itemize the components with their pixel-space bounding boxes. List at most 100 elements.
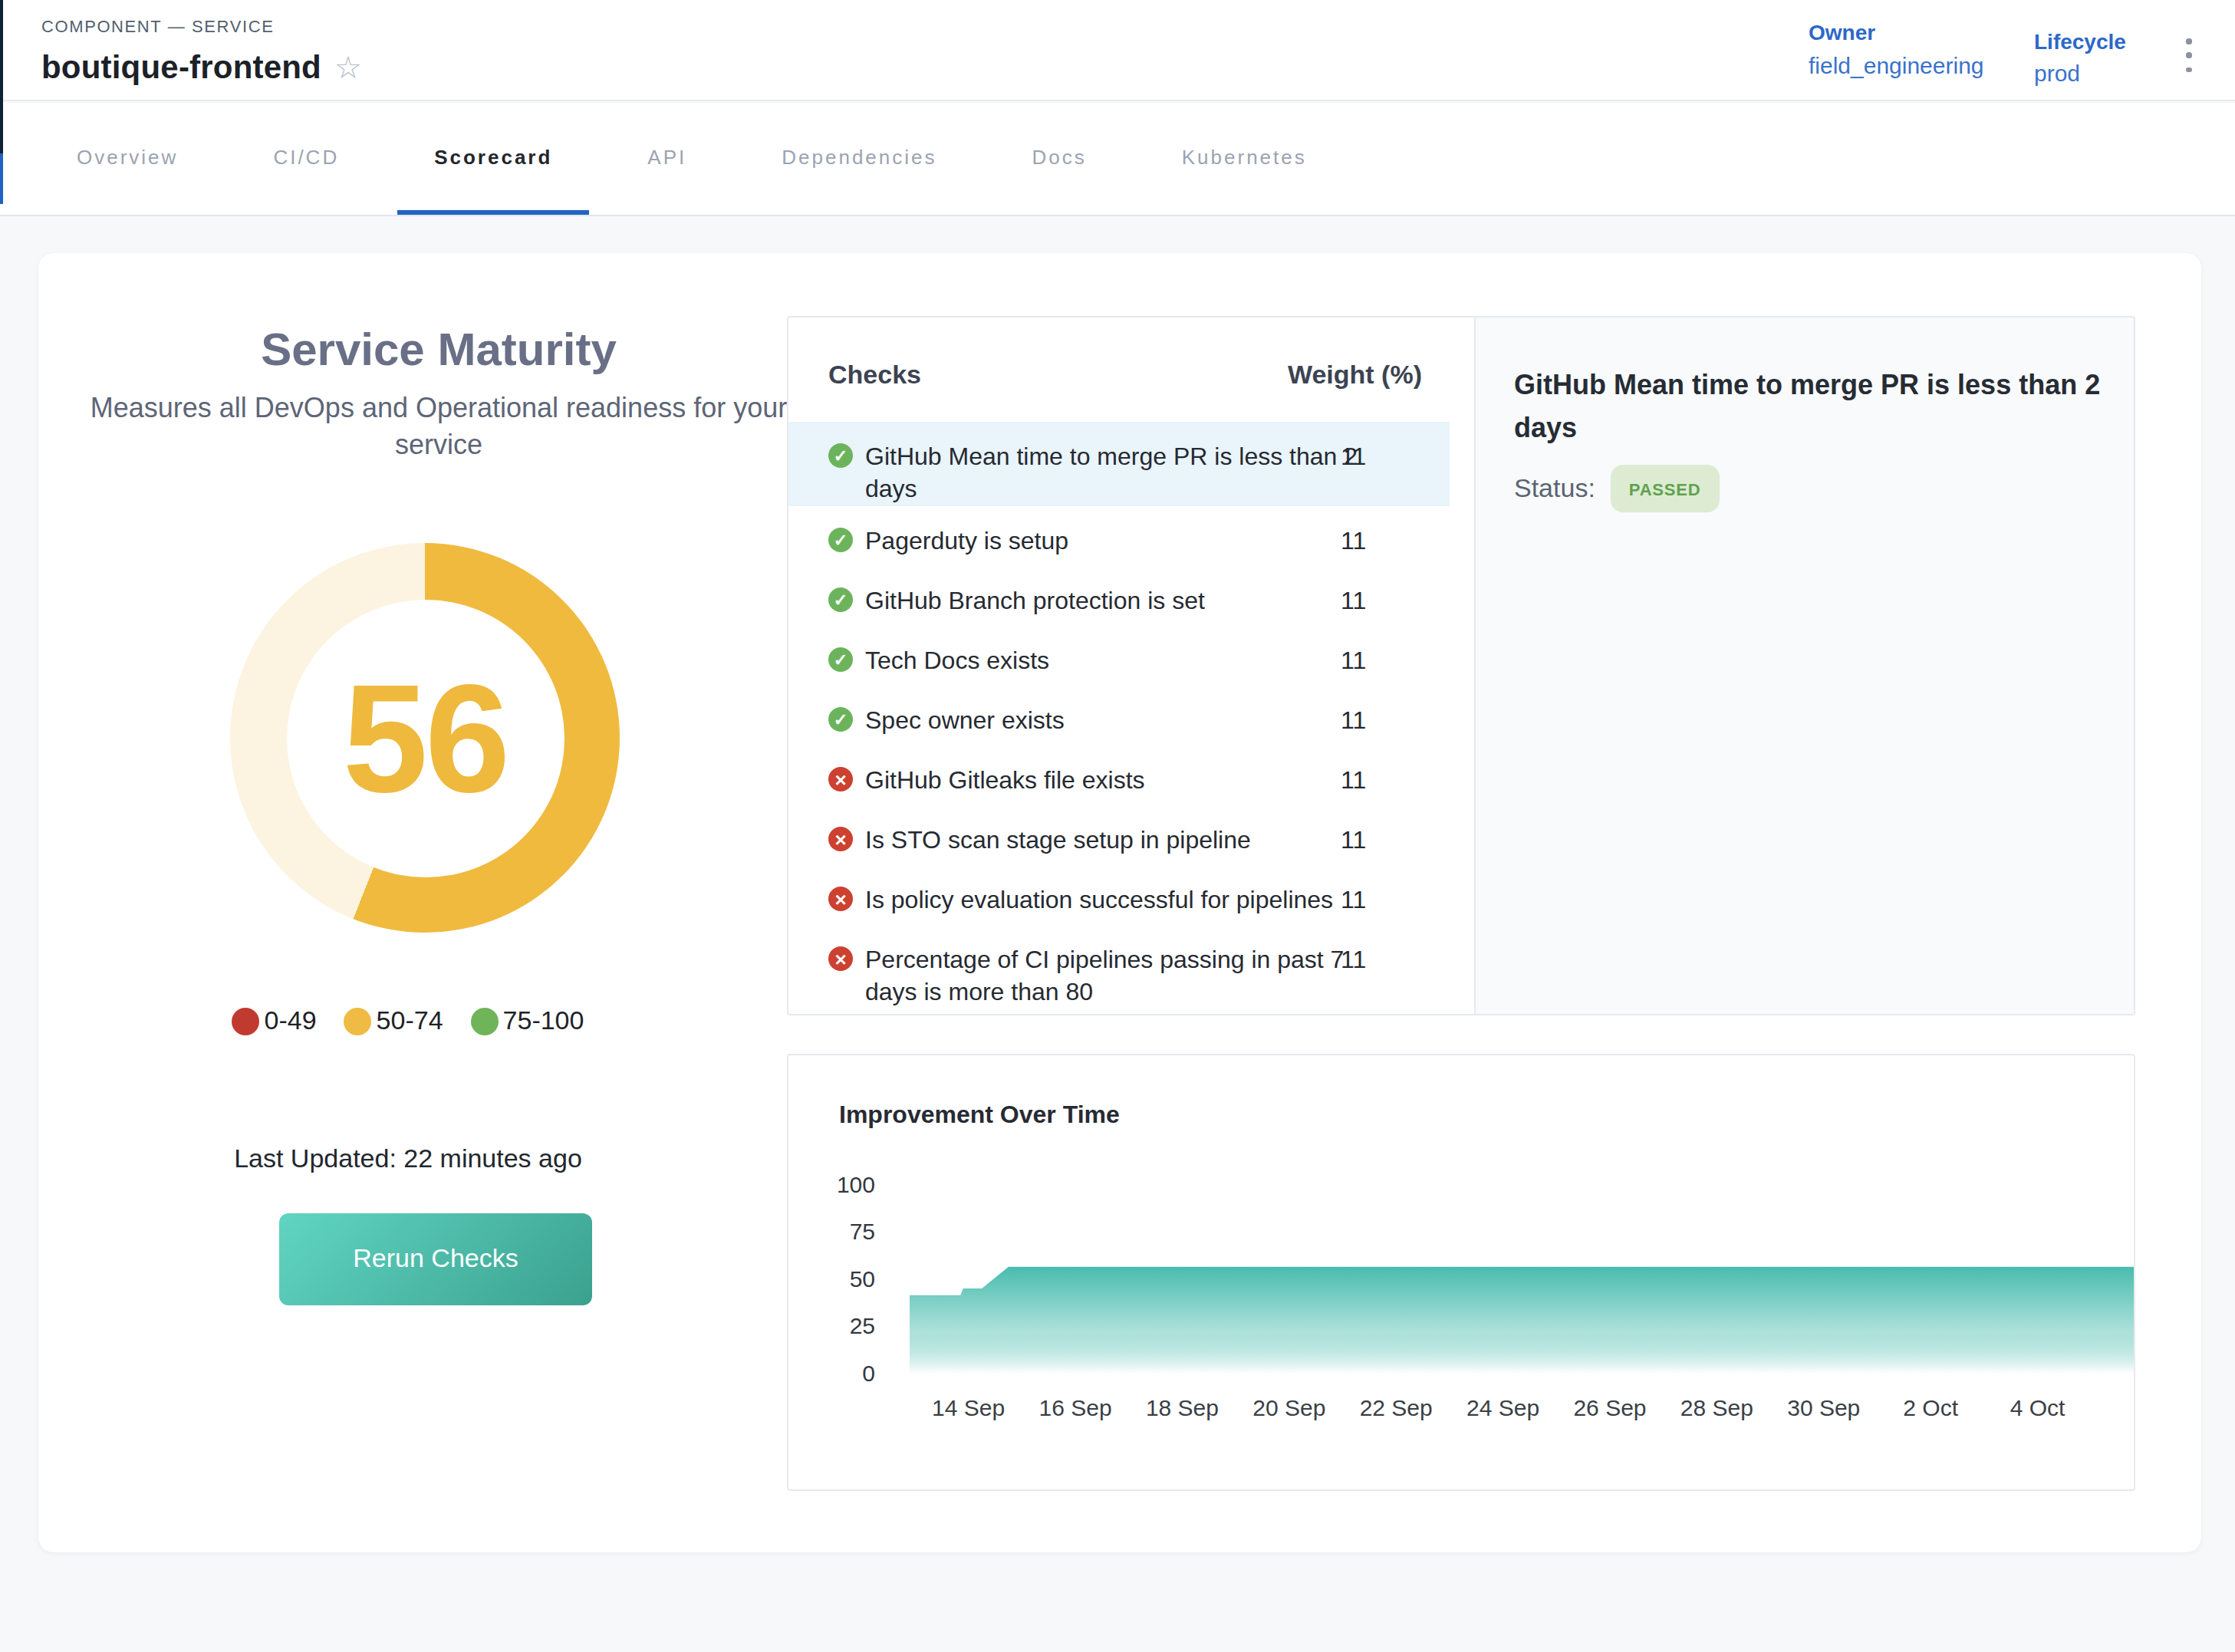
status-badge: PASSED <box>1611 465 1720 512</box>
tab-docs[interactable]: Docs <box>996 103 1124 215</box>
legend-label: 50-74 <box>377 1006 443 1037</box>
svg-text:2 Oct: 2 Oct <box>1903 1395 1958 1420</box>
check-detail-panel: GitHub Mean time to merge PR is less tha… <box>1474 318 2134 1014</box>
check-weight: 11 <box>1341 584 1366 617</box>
checks-table-header: Checks Weight (%) <box>788 318 1474 391</box>
check-label: Is policy evaluation successful for pipe… <box>865 884 1359 916</box>
score-gauge-hole: 56 <box>286 599 564 877</box>
legend-label: 75-100 <box>503 1006 584 1037</box>
svg-text:100: 100 <box>837 1172 875 1197</box>
scorecard-tab-content: Service Maturity Measures all DevOps and… <box>0 216 2235 1652</box>
lifecycle-block: Lifecycle prod <box>2034 29 2126 86</box>
rerun-checks-button[interactable]: Rerun Checks <box>279 1213 592 1305</box>
check-label: Tech Docs exists <box>865 644 1359 676</box>
last-updated-text: Last Updated: 22 minutes ago <box>38 1144 778 1175</box>
svg-text:4 Oct: 4 Oct <box>2010 1395 2065 1420</box>
check-label: GitHub Branch protection is set <box>865 584 1359 617</box>
check-row[interactable]: ✓Tech Docs exists11 <box>788 626 1450 686</box>
check-row[interactable]: × Is policy evaluation successful for pip… <box>788 865 1450 925</box>
legend-dot <box>232 1008 260 1035</box>
lifecycle-link[interactable]: prod <box>2034 60 2126 86</box>
check-weight: 11 <box>1341 764 1366 796</box>
check-label: Percentage of CI pipelines passing in pa… <box>865 943 1359 1008</box>
check-passed-icon: ✓ <box>828 528 853 552</box>
check-row[interactable]: × GitHub Gitleaks file exists11 <box>788 745 1450 805</box>
favorite-star-icon[interactable]: ☆ <box>334 52 362 83</box>
score-legend: 0-49 50-74 75-100 <box>38 1006 778 1037</box>
checks-column-header: Checks <box>828 360 1288 391</box>
check-weight: 11 <box>1341 440 1366 472</box>
tab-api[interactable]: API <box>611 103 723 215</box>
check-failed-icon: × <box>828 767 853 791</box>
check-label: Pagerduty is setup <box>865 525 1359 557</box>
checks-panel: Checks Weight (%) ✓ GitHub Mean time to m… <box>787 316 2135 1015</box>
check-failed-icon: × <box>828 946 853 971</box>
svg-text:50: 50 <box>850 1266 875 1292</box>
check-status-row: Status: PASSED <box>1514 465 2109 512</box>
legend-dot <box>344 1008 372 1035</box>
status-label: Status: <box>1514 473 1595 504</box>
legend-item: 75-100 <box>471 1006 584 1037</box>
check-row[interactable]: ✓ Spec owner exists11 <box>788 686 1450 745</box>
owner-block: Owner field_engineering <box>1809 20 1984 78</box>
scorecard-title: Service Maturity <box>69 324 808 376</box>
svg-text:0: 0 <box>862 1361 875 1386</box>
svg-text:16 Sep: 16 Sep <box>1039 1395 1112 1420</box>
page-title: boutique-frontend <box>41 49 321 86</box>
check-passed-icon: ✓ <box>828 587 853 612</box>
page-header: COMPONENT — SERVICE boutique-frontend ☆ … <box>0 0 2235 101</box>
check-weight: 11 <box>1341 824 1366 856</box>
maturity-summary: Service Maturity Measures all DevOps and… <box>69 253 808 463</box>
owner-link[interactable]: field_engineering <box>1809 52 1984 78</box>
checks-list: Checks Weight (%) ✓ GitHub Mean time to m… <box>788 318 1474 1014</box>
collapsed-sidenav <box>0 0 3 153</box>
check-passed-icon: ✓ <box>828 443 853 468</box>
check-row[interactable]: × Percentage of CI pipelines passing in p… <box>788 925 1450 1009</box>
score-value: 56 <box>343 661 507 814</box>
check-label: Is STO scan stage setup in pipeline <box>865 824 1359 856</box>
scorecard-subtitle: Measures all DevOps and Operational read… <box>78 390 799 463</box>
check-row[interactable]: ✓ GitHub Mean time to merge PR is less th… <box>788 422 1450 506</box>
tab-dependencies[interactable]: Dependencies <box>745 103 973 215</box>
legend-label: 0-49 <box>265 1006 317 1037</box>
breadcrumb: COMPONENT — SERVICE <box>41 17 274 35</box>
tab-bar: OverviewCI/CDScorecardAPIDependenciesDoc… <box>0 103 2235 216</box>
lifecycle-label: Lifecycle <box>2034 29 2126 54</box>
check-failed-icon: × <box>828 827 853 851</box>
collapsed-sidenav-active-section <box>0 153 3 204</box>
check-weight: 11 <box>1341 943 1366 976</box>
owner-label: Owner <box>1809 20 1984 44</box>
legend-item: 0-49 <box>232 1006 317 1037</box>
scorecard-card: Service Maturity Measures all DevOps and… <box>38 253 2201 1552</box>
tab-ci-cd[interactable]: CI/CD <box>236 103 376 215</box>
check-label: Spec owner exists <box>865 704 1359 736</box>
kebab-menu-icon[interactable] <box>2177 38 2201 72</box>
check-passed-icon: ✓ <box>828 707 853 732</box>
legend-dot <box>471 1008 499 1035</box>
tab-overview[interactable]: Overview <box>40 103 215 215</box>
svg-text:22 Sep: 22 Sep <box>1360 1395 1433 1420</box>
check-failed-icon: × <box>828 887 853 911</box>
score-gauge: 56 <box>230 543 620 933</box>
check-detail-title: GitHub Mean time to merge PR is less tha… <box>1514 364 2109 449</box>
svg-text:20 Sep: 20 Sep <box>1252 1395 1325 1420</box>
check-label: GitHub Mean time to merge PR is less tha… <box>865 440 1359 505</box>
check-row[interactable]: × Is STO scan stage setup in pipeline11 <box>788 805 1450 865</box>
check-row[interactable]: ✓ GitHub Branch protection is set11 <box>788 566 1450 626</box>
svg-text:26 Sep: 26 Sep <box>1573 1395 1646 1420</box>
check-weight: 11 <box>1341 884 1366 916</box>
svg-text:30 Sep: 30 Sep <box>1787 1395 1860 1420</box>
improvement-chart-panel: Improvement Over Time 100755025014 Sep16… <box>787 1054 2135 1491</box>
tab-scorecard[interactable]: Scorecard <box>397 103 589 215</box>
svg-text:75: 75 <box>850 1219 875 1244</box>
check-label: GitHub Gitleaks file exists <box>865 764 1359 796</box>
weight-column-header: Weight (%) <box>1288 360 1422 391</box>
check-weight: 11 <box>1341 704 1366 736</box>
check-weight: 11 <box>1341 525 1366 557</box>
tab-kubernetes[interactable]: Kubernetes <box>1145 103 1344 215</box>
svg-text:18 Sep: 18 Sep <box>1146 1395 1219 1420</box>
check-row[interactable]: ✓ Pagerduty is setup11 <box>788 506 1450 566</box>
improvement-area-chart: 100755025014 Sep16 Sep18 Sep20 Sep22 Sep… <box>788 1055 2134 1489</box>
legend-item: 50-74 <box>344 1006 443 1037</box>
svg-text:14 Sep: 14 Sep <box>932 1395 1005 1420</box>
